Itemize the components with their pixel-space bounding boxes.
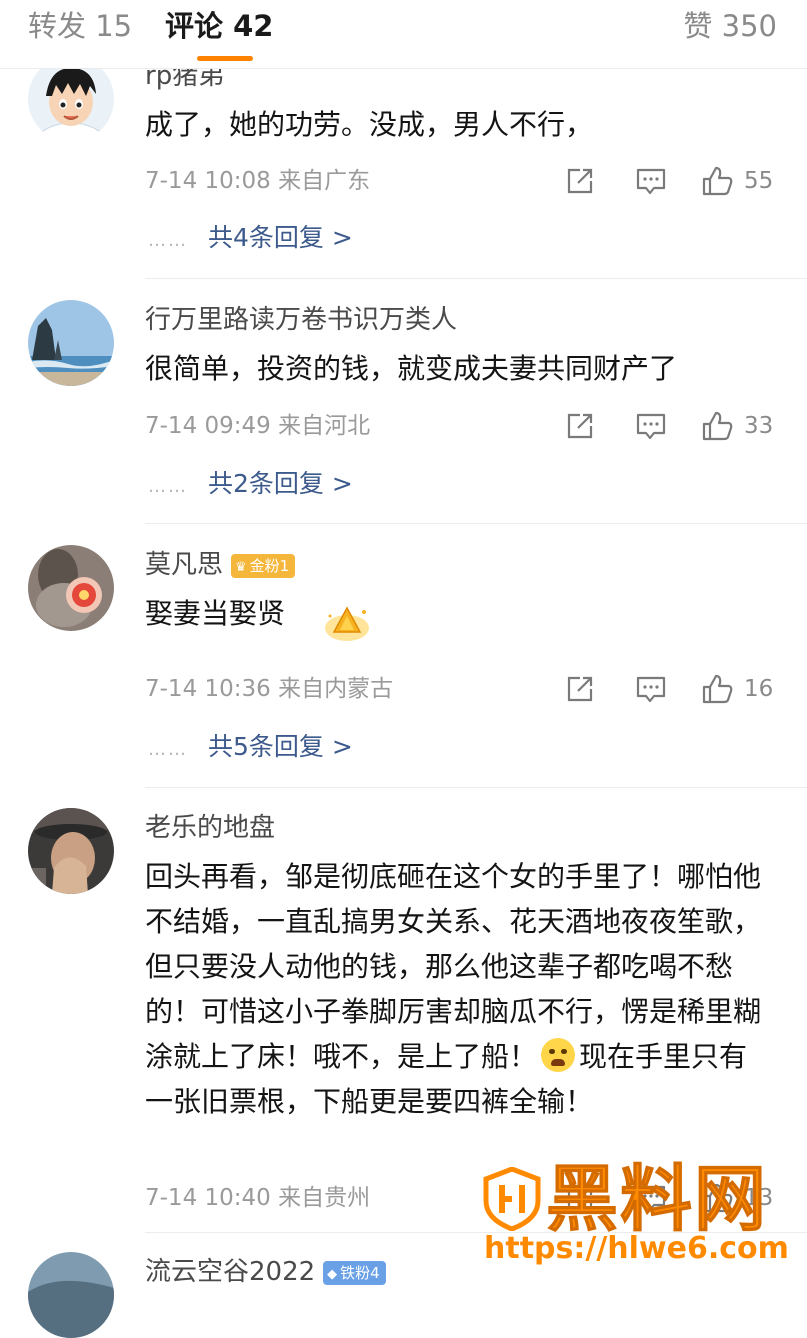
comment-username[interactable]: 莫凡思 ♛ 金粉1 xyxy=(145,549,296,581)
reply-button[interactable] xyxy=(634,406,668,446)
tab-likes[interactable]: 赞 350 xyxy=(683,8,777,44)
reply-button[interactable] xyxy=(634,669,668,709)
replies-label: 共2条回复 > xyxy=(208,469,353,498)
replies-dots: …… xyxy=(148,476,188,497)
fan-badge-label: 铁粉4 xyxy=(340,1263,380,1282)
comment-icon xyxy=(636,168,666,195)
watermark-text: 黑料网 xyxy=(545,1157,769,1242)
avatar-image xyxy=(28,808,114,894)
crying-face-emoji xyxy=(541,1038,576,1072)
comment-icon xyxy=(636,676,666,703)
avatar[interactable] xyxy=(28,1252,114,1338)
avatar-image xyxy=(28,545,114,631)
thumbs-up-icon xyxy=(702,411,733,441)
share-icon xyxy=(567,413,593,439)
comment-icon xyxy=(636,413,666,440)
username-text: 流云空谷2022 xyxy=(145,1257,316,1287)
comment-divider xyxy=(145,278,807,279)
replies-dots: …… xyxy=(148,739,188,760)
comment-actions: 55 xyxy=(560,161,790,201)
fan-badge[interactable]: ♛ 金粉1 xyxy=(231,553,296,578)
comment-text: 回头再看，邹是彻底砸在这个女的手里了！哪怕他不结婚，一直乱搞男女关系、花天酒地夜… xyxy=(145,854,775,1124)
tab-bar: 转发 15 评论 42 赞 350 xyxy=(0,0,807,69)
watermark-logo-icon xyxy=(483,1167,541,1231)
share-button[interactable] xyxy=(564,406,596,446)
like-button[interactable]: 16 xyxy=(700,669,773,709)
share-icon xyxy=(567,676,593,702)
comment-actions: 16 xyxy=(560,669,790,709)
reply-button[interactable] xyxy=(634,161,668,201)
thumbs-up-icon xyxy=(702,166,733,196)
comment-username[interactable]: 行万里路读万卷书识万类人 xyxy=(145,304,457,336)
share-icon xyxy=(567,168,593,194)
like-count: 33 xyxy=(744,413,774,439)
site-watermark: 黑料网 https://hlwe6.com xyxy=(480,1157,800,1275)
tab-reposts[interactable]: 转发 15 xyxy=(28,8,132,44)
view-replies-link[interactable]: …… 共5条回复 > xyxy=(148,731,353,766)
avatar[interactable] xyxy=(28,300,114,386)
thumbs-up-icon xyxy=(702,674,733,704)
crown-icon: ♛ xyxy=(235,559,247,575)
view-replies-link[interactable]: …… 共4条回复 > xyxy=(148,222,353,257)
comment-meta: 7-14 10:40 来自贵州 xyxy=(145,1185,371,1211)
replies-label: 共5条回复 > xyxy=(208,732,353,761)
comment-divider xyxy=(145,523,807,524)
comment-meta: 7-14 09:49 来自河北 xyxy=(145,413,371,439)
avatar[interactable] xyxy=(28,808,114,894)
replies-dots: …… xyxy=(148,230,188,251)
comment-meta: 7-14 10:08 来自广东 xyxy=(145,168,371,194)
comment-text: 娶妻当娶贤 xyxy=(145,597,286,630)
comment-username[interactable]: 流云空谷2022 ◆ 铁粉4 xyxy=(145,1256,386,1288)
username-text: 莫凡思 xyxy=(145,550,224,580)
replies-label: 共4条回复 > xyxy=(208,223,353,252)
like-count: 55 xyxy=(744,168,774,194)
tab-comments[interactable]: 评论 42 xyxy=(165,8,273,44)
gold-crown-sticker xyxy=(325,606,369,641)
like-count: 16 xyxy=(744,676,774,702)
fan-badge[interactable]: ◆ 铁粉4 xyxy=(323,1260,386,1285)
view-replies-link[interactable]: …… 共2条回复 > xyxy=(148,468,353,503)
avatar-image xyxy=(28,1252,114,1338)
comment-text: 成了，她的功劳。没成，男人不行， xyxy=(145,108,594,141)
avatar-image xyxy=(28,300,114,386)
like-button[interactable]: 55 xyxy=(700,161,773,201)
share-button[interactable] xyxy=(564,161,596,201)
avatar[interactable] xyxy=(28,545,114,631)
comment-text: 很简单，投资的钱，就变成夫妻共同财产了 xyxy=(145,352,678,385)
share-button[interactable] xyxy=(564,669,596,709)
fan-badge-label: 金粉1 xyxy=(249,556,290,575)
comment-divider xyxy=(145,787,807,788)
like-button[interactable]: 33 xyxy=(700,406,773,446)
comment-username[interactable]: 老乐的地盘 xyxy=(145,812,275,844)
active-tab-indicator xyxy=(197,56,253,61)
diamond-icon: ◆ xyxy=(327,1266,338,1282)
comment-actions: 33 xyxy=(560,406,790,446)
comment-meta: 7-14 10:36 来自内蒙古 xyxy=(145,676,394,702)
watermark-url: https://hlwe6.com xyxy=(484,1231,789,1266)
